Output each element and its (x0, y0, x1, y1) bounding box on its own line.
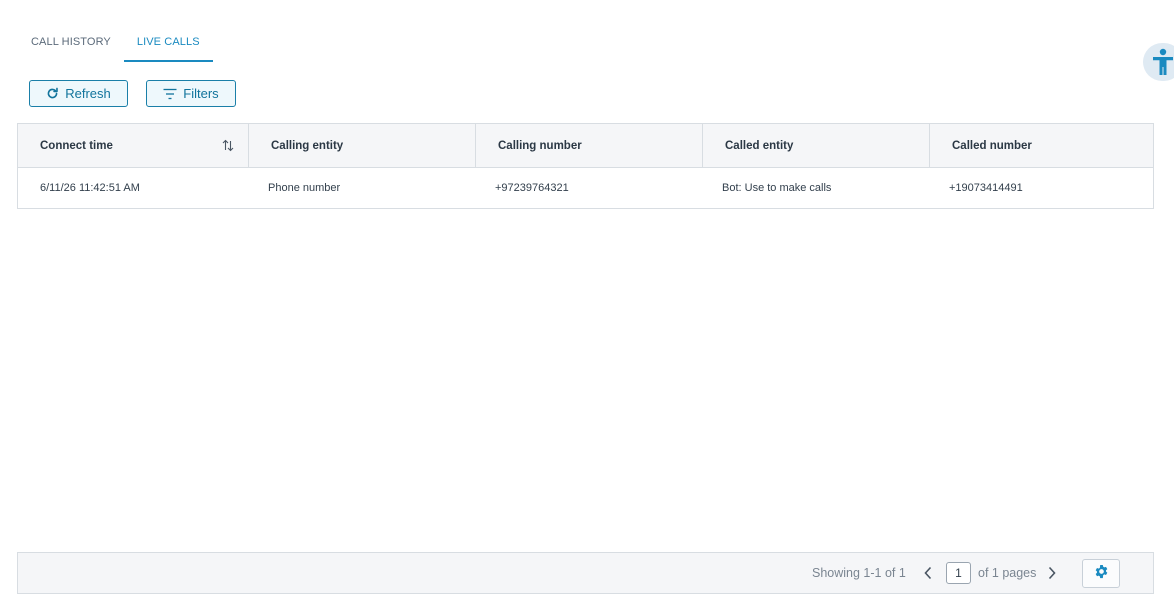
cell-called-number: +19073414491 (949, 182, 1023, 194)
column-header-label: Connect time (40, 139, 113, 152)
total-pages: of 1 pages (978, 566, 1037, 580)
column-header-called-entity[interactable]: Called entity (703, 124, 930, 167)
refresh-icon (46, 87, 59, 100)
cell-called-entity: Bot: Use to make calls (722, 182, 832, 194)
tab-bar: CALL HISTORY LIVE CALLS (18, 26, 213, 62)
refresh-button[interactable]: Refresh (29, 80, 128, 107)
tab-live-calls[interactable]: LIVE CALLS (123, 26, 213, 62)
gear-icon (1094, 564, 1109, 584)
sort-icon[interactable] (222, 139, 234, 155)
filter-icon (163, 88, 177, 100)
column-header-called-number[interactable]: Called number (930, 124, 1153, 167)
filters-label: Filters (183, 86, 219, 101)
page-number-input[interactable]: 1 (946, 562, 971, 584)
live-calls-page: CALL HISTORY LIVE CALLS Refresh Filters … (0, 0, 1174, 609)
accessibility-button[interactable] (1143, 43, 1174, 81)
column-header-connect-time[interactable]: Connect time (18, 124, 249, 167)
table-settings-button[interactable] (1082, 559, 1120, 588)
live-calls-table: Connect time Calling entity Calling numb… (17, 123, 1154, 209)
filters-button[interactable]: Filters (146, 80, 236, 107)
cell-calling-entity: Phone number (268, 182, 341, 194)
column-header-calling-number[interactable]: Calling number (476, 124, 703, 167)
cell-calling-number: +97239764321 (495, 182, 569, 194)
showing-count: Showing 1-1 of 1 (812, 566, 906, 580)
column-header-calling-entity[interactable]: Calling entity (249, 124, 476, 167)
cell-connect-time: 6/11/26 11:42:51 AM (40, 182, 140, 194)
chevron-left-icon[interactable] (923, 566, 933, 585)
chevron-right-icon[interactable] (1047, 566, 1057, 585)
table-row[interactable]: 6/11/26 11:42:51 AM Phone number +972397… (18, 168, 1153, 208)
tab-call-history[interactable]: CALL HISTORY (18, 26, 124, 62)
table-header: Connect time Calling entity Calling numb… (18, 124, 1153, 168)
pagination-bar: Showing 1-1 of 1 1 of 1 pages (17, 552, 1154, 594)
refresh-label: Refresh (65, 86, 111, 101)
